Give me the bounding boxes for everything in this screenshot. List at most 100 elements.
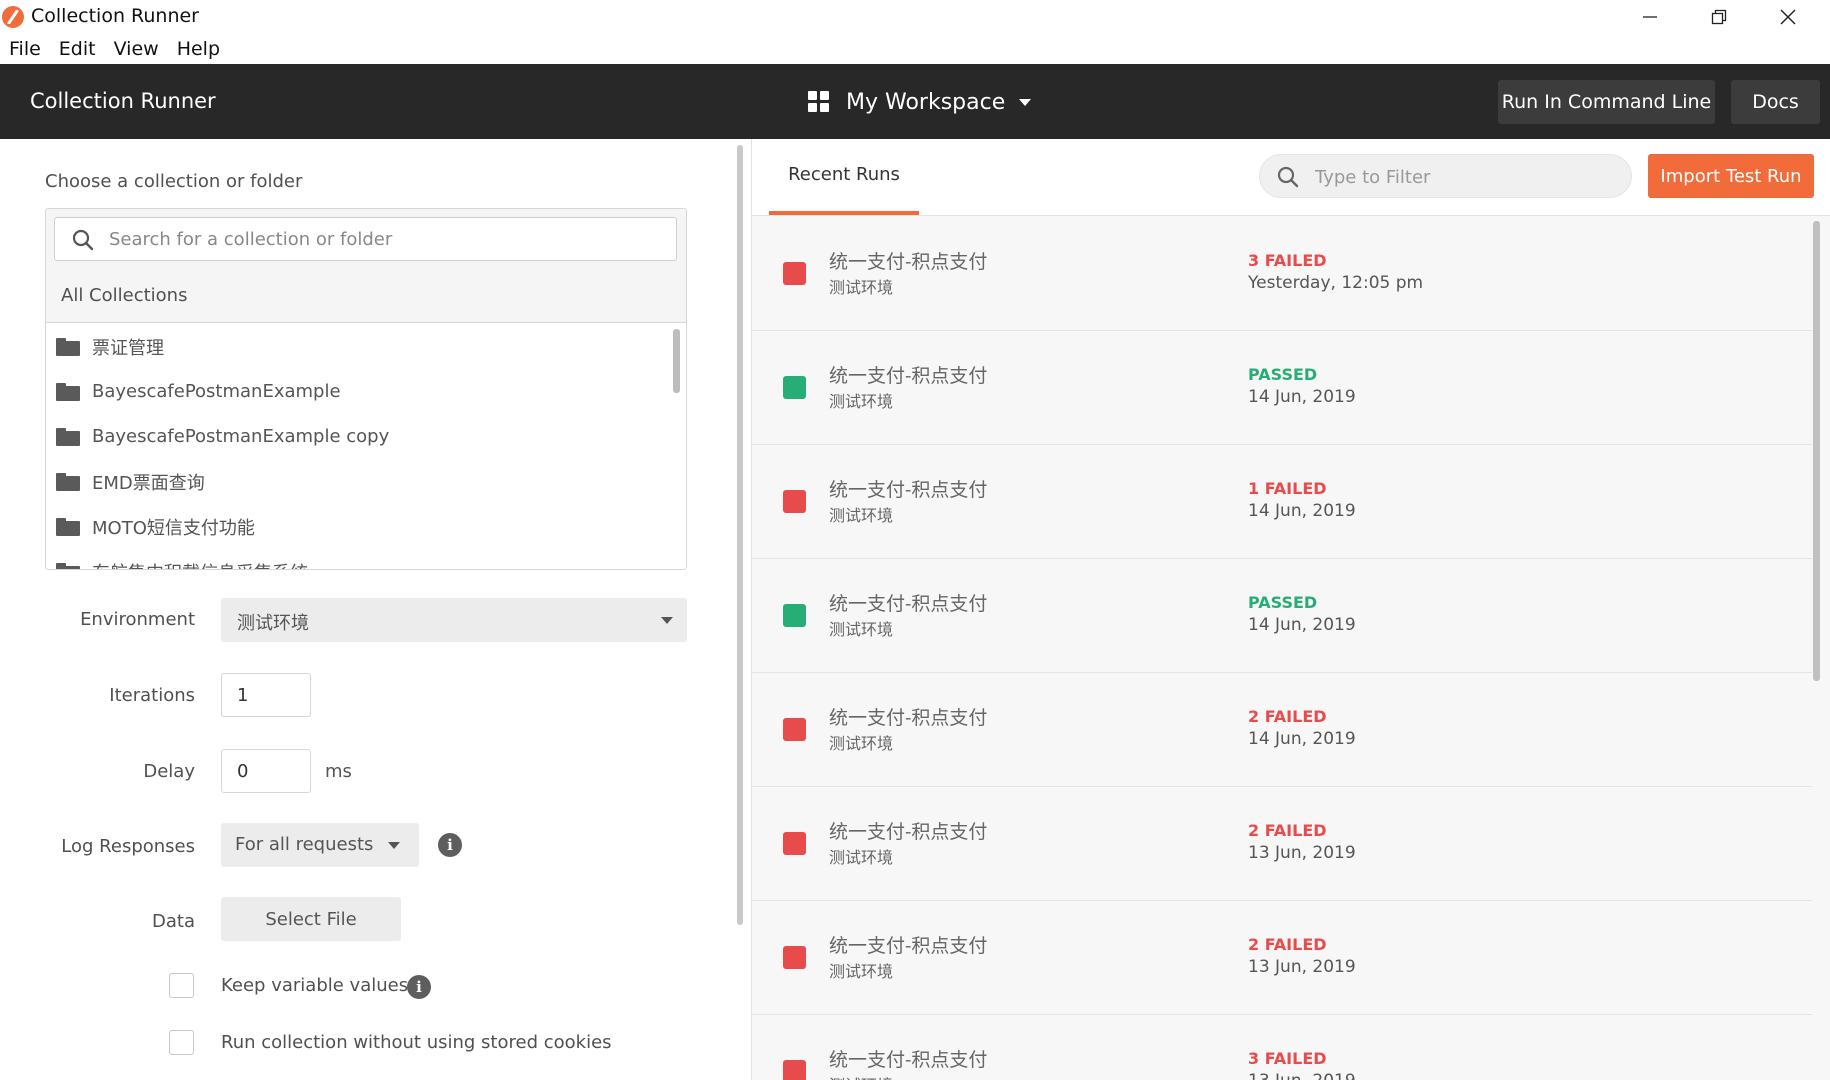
run-environment: 测试环境: [829, 278, 894, 297]
run-collection-name: 统一支付-积点支付: [829, 707, 988, 729]
all-collections-breadcrumb: All Collections: [61, 285, 188, 306]
run-collection-name: 统一支付-积点支付: [829, 1049, 988, 1071]
runs-list-scrollbar[interactable]: [1813, 221, 1820, 681]
run-row[interactable]: 统一支付-积点支付 测试环境 2 FAILED 14 Jun, 2019: [752, 673, 1812, 787]
minimize-button[interactable]: [1615, 0, 1685, 33]
run-collection-name: 统一支付-积点支付: [829, 593, 988, 615]
filter-input[interactable]: [1315, 163, 1615, 191]
run-without-cookies-checkbox[interactable]: [169, 1030, 194, 1055]
collection-list-scrollbar[interactable]: [673, 329, 680, 393]
folder-icon: [56, 427, 80, 446]
list-item[interactable]: EMD票面查询: [46, 459, 686, 504]
run-environment: 测试环境: [829, 1072, 893, 1080]
collection-picker: All Collections 票证管理 BayescafePostmanExa…: [45, 208, 687, 570]
run-without-cookies-label: Run collection without using stored cook…: [221, 1032, 612, 1053]
menu-view[interactable]: View: [105, 33, 168, 64]
collection-search-input[interactable]: [109, 225, 659, 253]
window-title: Collection Runner: [31, 5, 199, 27]
delay-unit-label: ms: [325, 761, 352, 782]
environment-value: 测试环境: [237, 613, 309, 634]
run-status-indicator: [783, 376, 806, 399]
delay-input[interactable]: 0: [221, 749, 311, 793]
run-status-indicator: [783, 718, 806, 741]
folder-icon: [56, 472, 80, 491]
run-row[interactable]: 统一支付-积点支付 测试环境 3 FAILED 13 Jun, 2019: [752, 1015, 1812, 1080]
run-date: 14 Jun, 2019: [1248, 729, 1356, 749]
run-result: PASSED: [1248, 593, 1318, 612]
log-responses-value: For all requests: [235, 834, 374, 855]
menu-bar: File Edit View Help: [0, 33, 1830, 64]
close-button[interactable]: [1753, 0, 1823, 33]
run-collection-name: 统一支付-积点支付: [829, 251, 988, 273]
filter-field[interactable]: [1259, 154, 1632, 198]
run-status-indicator: [783, 832, 806, 855]
select-file-button[interactable]: Select File: [221, 897, 401, 941]
search-icon: [1277, 166, 1299, 188]
run-row[interactable]: 统一支付-积点支付 测试环境 2 FAILED 13 Jun, 2019: [752, 787, 1812, 901]
recent-runs-list: 统一支付-积点支付 测试环境 3 FAILED Yesterday, 12:05…: [752, 217, 1812, 1080]
collection-list: 票证管理 BayescafePostmanExample BayescafePo…: [46, 324, 686, 570]
recent-runs-panel: Recent Runs Import Test Run 统一支付-积点支付 测试…: [751, 139, 1830, 1080]
collection-search-field[interactable]: [54, 217, 677, 261]
list-item[interactable]: MOTO短信支付功能: [46, 504, 686, 549]
menu-edit[interactable]: Edit: [50, 33, 105, 64]
list-item[interactable]: 东航售中积载信息采集系统: [46, 549, 686, 570]
workspace-name: My Workspace: [846, 89, 1006, 115]
run-collection-name: 统一支付-积点支付: [829, 821, 988, 843]
collection-name: 东航售中积载信息采集系统: [92, 559, 308, 570]
run-date: 14 Jun, 2019: [1248, 501, 1356, 521]
run-row[interactable]: 统一支付-积点支付 测试环境 PASSED 14 Jun, 2019: [752, 559, 1812, 673]
run-status-indicator: [783, 262, 806, 285]
run-environment: 测试环境: [829, 962, 894, 981]
run-row[interactable]: 统一支付-积点支付 测试环境 2 FAILED 13 Jun, 2019: [752, 901, 1812, 1015]
iterations-label: Iterations: [109, 685, 195, 706]
run-environment: 测试环境: [829, 392, 894, 411]
import-test-run-button[interactable]: Import Test Run: [1648, 154, 1814, 198]
run-in-command-line-button[interactable]: Run In Command Line: [1498, 80, 1715, 124]
folder-icon: [56, 517, 80, 536]
runs-toolbar: Recent Runs Import Test Run: [752, 139, 1830, 216]
menu-help[interactable]: Help: [168, 33, 229, 64]
run-result: 2 FAILED: [1248, 935, 1327, 954]
list-item[interactable]: BayescafePostmanExample copy: [46, 414, 686, 459]
left-panel-scrollbar[interactable]: [737, 145, 743, 925]
tab-recent-runs[interactable]: Recent Runs: [769, 159, 919, 215]
data-label: Data: [152, 911, 195, 932]
run-collection-name: 统一支付-积点支付: [829, 365, 988, 387]
run-row[interactable]: 统一支付-积点支付 测试环境 1 FAILED 14 Jun, 2019: [752, 445, 1812, 559]
collection-name: BayescafePostmanExample: [92, 381, 341, 402]
chevron-down-icon: [661, 617, 673, 624]
list-item[interactable]: BayescafePostmanExample: [46, 369, 686, 414]
app-header: Collection Runner My Workspace Run In Co…: [0, 64, 1830, 139]
docs-button[interactable]: Docs: [1731, 80, 1820, 124]
run-date: 14 Jun, 2019: [1248, 387, 1356, 407]
environment-select[interactable]: 测试环境: [221, 598, 687, 642]
run-date: 13 Jun, 2019: [1248, 843, 1356, 863]
run-date: 13 Jun, 2019: [1248, 957, 1356, 977]
collection-name: MOTO短信支付功能: [92, 517, 255, 539]
info-icon[interactable]: i: [407, 975, 431, 999]
list-item[interactable]: 票证管理: [46, 324, 686, 369]
delay-label: Delay: [143, 761, 195, 782]
folder-icon: [56, 382, 80, 401]
run-result: 1 FAILED: [1248, 479, 1327, 498]
keep-variable-values-checkbox[interactable]: [169, 973, 194, 998]
run-collection-name: 统一支付-积点支付: [829, 479, 988, 501]
run-environment: 测试环境: [829, 734, 894, 753]
menu-file[interactable]: File: [0, 33, 50, 64]
runner-config-panel: Choose a collection or folder All Collec…: [0, 139, 746, 1080]
folder-icon: [56, 562, 80, 569]
run-result: 2 FAILED: [1248, 707, 1327, 726]
run-row[interactable]: 统一支付-积点支付 测试环境 PASSED 14 Jun, 2019: [752, 331, 1812, 445]
search-icon: [72, 229, 94, 251]
workspace-switcher[interactable]: My Workspace: [808, 88, 1032, 116]
iterations-input[interactable]: 1: [221, 673, 311, 717]
info-icon[interactable]: i: [438, 833, 462, 857]
title-bar: Collection Runner: [0, 0, 1830, 33]
run-row[interactable]: 统一支付-积点支付 测试环境 3 FAILED Yesterday, 12:05…: [752, 217, 1812, 331]
run-status-indicator: [783, 604, 806, 627]
restore-button[interactable]: [1684, 0, 1754, 33]
run-date: 14 Jun, 2019: [1248, 615, 1356, 635]
log-responses-select[interactable]: For all requests: [221, 823, 419, 867]
keep-variable-values-label: Keep variable values: [221, 975, 409, 996]
